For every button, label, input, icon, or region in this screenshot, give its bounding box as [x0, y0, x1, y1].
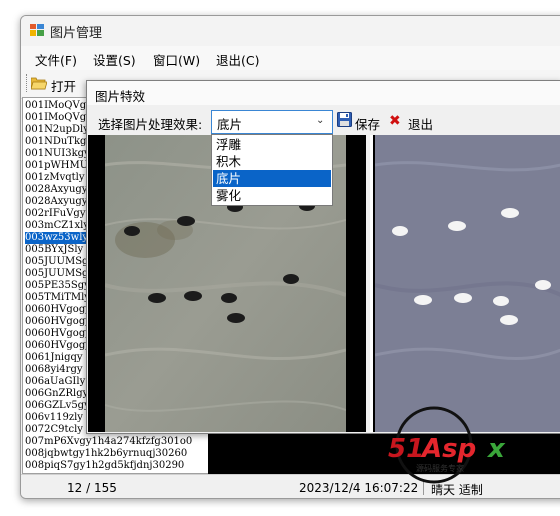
watermark-graphic: 51 Asp x 源码服务专家	[388, 406, 506, 484]
file-list-item[interactable]: 006v119zly	[25, 412, 83, 424]
processed-image-frame	[373, 135, 560, 432]
file-list-item[interactable]: 001NUI3kgy	[25, 148, 90, 160]
effect-select[interactable]: 底片 ⌄	[211, 110, 333, 134]
file-list-item[interactable]: 006GZLv5gy	[25, 400, 90, 412]
file-list-item[interactable]: 005PE35Sgy	[25, 280, 90, 292]
menu-bar: 文件(F) 设置(S) 窗口(W) 退出(C)	[21, 46, 560, 70]
status-image-count: 12 / 155	[67, 481, 117, 495]
file-list-item[interactable]: 001NDuTkgy	[25, 136, 92, 148]
file-list-item[interactable]: 0060HVgogy	[25, 340, 91, 352]
file-list-item[interactable]: 001zMvqtly	[25, 172, 85, 184]
svg-text:源码服务专家: 源码服务专家	[416, 463, 464, 473]
file-list-item[interactable]: 005JUUMSgy	[25, 256, 94, 268]
file-list-item[interactable]: 006aUaGIly	[25, 376, 85, 388]
file-list-item[interactable]: 0060HVgogy	[25, 316, 91, 328]
svg-text:x: x	[486, 434, 506, 464]
effect-select-value: 底片	[217, 117, 243, 132]
file-list-item[interactable]: 003wz53wly	[25, 232, 89, 244]
file-list-item[interactable]: 005TMiTMly	[25, 292, 90, 304]
file-list-item[interactable]: 0068yi4rgy	[25, 364, 83, 376]
effect-dropdown-list[interactable]: 浮雕 积木 底片 雾化	[211, 134, 333, 206]
effect-option[interactable]: 积木	[213, 153, 331, 170]
menu-window[interactable]: 窗口(W)	[153, 50, 200, 69]
svg-text:51: 51	[388, 434, 424, 464]
file-list-item[interactable]: 0060HVgogy	[25, 328, 91, 340]
file-list-item[interactable]: 001N2upDly	[25, 124, 89, 136]
file-list-item[interactable]: 008jqbwtgy1hk2b6yrnuqj30260	[25, 448, 187, 460]
file-list-item[interactable]: 003mCZ1xly	[25, 220, 89, 232]
toolbar-grip	[26, 74, 29, 92]
effect-option[interactable]: 浮雕	[213, 136, 331, 153]
chevron-down-icon[interactable]: ⌄	[316, 115, 324, 126]
file-list-item[interactable]: 005BYxJSly	[25, 244, 83, 256]
file-list-item[interactable]: 0028Axyugy	[25, 184, 87, 196]
file-list-item[interactable]: 008piqS7gy1h2gd5kfjdnj30290	[25, 460, 184, 472]
file-list-item[interactable]: 0028Axyugy	[25, 196, 87, 208]
save-button[interactable]: 保存	[355, 114, 380, 133]
watermark-logo: 51 Asp x 源码服务专家	[386, 405, 516, 485]
dialog-title-bar: 图片特效	[87, 81, 560, 105]
file-list-item[interactable]: 0061Jnigqy	[25, 352, 83, 364]
exit-button[interactable]: 退出	[408, 114, 433, 133]
effect-option[interactable]: 底片	[213, 170, 331, 187]
svg-text:Asp: Asp	[420, 434, 476, 464]
title-bar: 图片管理	[21, 16, 560, 46]
effect-option[interactable]: 雾化	[213, 187, 331, 204]
file-list-item[interactable]: 005JUUMSgy	[25, 268, 94, 280]
file-list-item[interactable]: 0072C9tcly	[25, 424, 83, 436]
negative-photo	[375, 135, 560, 432]
file-list-item[interactable]: 001IMoQVgy	[25, 100, 92, 112]
file-list-item[interactable]: 006GnZRlgy	[25, 388, 88, 400]
window-title: 图片管理	[50, 26, 103, 41]
file-list-item[interactable]: 001IMoQVgy	[25, 112, 92, 124]
close-icon[interactable]: ✖	[389, 113, 401, 129]
file-list-item[interactable]: 007mP6Xvgy1h4a274kfzfg301o0	[25, 436, 192, 448]
dialog-title: 图片特效	[95, 89, 146, 104]
menu-exit[interactable]: 退出(C)	[216, 50, 259, 69]
file-list-item[interactable]: 0060HVgogy	[25, 304, 91, 316]
folder-open-icon[interactable]	[31, 76, 47, 90]
toolbar-open-button[interactable]: 打开	[51, 76, 76, 95]
effects-dialog: 图片特效 选择图片处理效果: 底片 ⌄ 浮雕 积木 底片 雾化 保存 ✖ 退出	[86, 80, 560, 434]
menu-settings[interactable]: 设置(S)	[93, 50, 136, 69]
menu-file[interactable]: 文件(F)	[35, 50, 77, 69]
app-icon	[30, 24, 44, 36]
file-list-item[interactable]: 002rIFuVgy	[25, 208, 85, 220]
save-icon[interactable]	[337, 112, 352, 127]
effect-label: 选择图片处理效果:	[98, 117, 203, 132]
processed-image	[370, 135, 560, 432]
